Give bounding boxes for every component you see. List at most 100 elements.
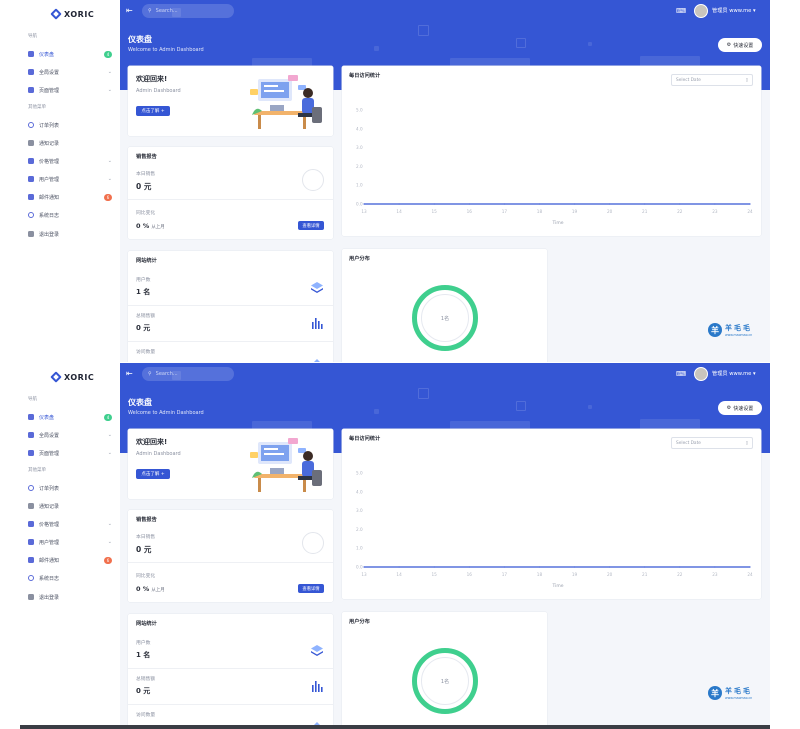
menu-group-nav: 导航 bbox=[28, 34, 37, 39]
menu-group-nav: 导航 bbox=[28, 397, 37, 402]
sidebar-item-10[interactable]: 退出登录 bbox=[28, 229, 112, 239]
sidebar-item-8[interactable]: 邮件通知 6 bbox=[28, 555, 112, 565]
x-tick-label: 13 bbox=[361, 209, 367, 214]
avatar[interactable] bbox=[694, 4, 708, 18]
sidebar-item-5[interactable]: 通知记录 bbox=[28, 138, 112, 148]
y-tick-label: 0.0 bbox=[356, 202, 363, 207]
quick-settings-button[interactable]: ⚙ 快速设置 bbox=[718, 38, 762, 52]
x-tick-label: 19 bbox=[572, 572, 578, 577]
settings-icon bbox=[28, 69, 34, 75]
calendar-icon: ▯ bbox=[745, 440, 748, 446]
chevron-down-icon: ⌄ bbox=[107, 176, 112, 182]
sidebar-item-9[interactable]: 系统日志 bbox=[28, 210, 112, 220]
logout-icon bbox=[28, 594, 34, 600]
x-tick-label: 21 bbox=[642, 572, 648, 577]
quick-settings-button[interactable]: ⚙ 快速设置 bbox=[718, 401, 762, 415]
daily-visits-card: 每日访问统计 Select Date ▯ 0.0 1.0 2.0 3.0 4.0 5.0 … bbox=[342, 66, 761, 236]
sidebar-item-5[interactable]: 通知记录 bbox=[28, 501, 112, 511]
y-tick-label: 4.0 bbox=[356, 489, 363, 494]
site-stats-card: 网站统计 用户数 1 名 总销售额 0 元 访问数量 bbox=[128, 251, 333, 362]
language-icon[interactable]: ⌨ bbox=[676, 7, 686, 15]
sidebar-item-10[interactable]: 退出登录 bbox=[28, 592, 112, 602]
x-tick-label: 20 bbox=[607, 572, 613, 577]
menu-toggle-icon[interactable]: ⇤ bbox=[126, 370, 135, 378]
data-point bbox=[679, 203, 681, 205]
visits-title: 每日访问统计 bbox=[349, 436, 381, 442]
count-badge: 6 bbox=[104, 556, 112, 564]
quick-settings-label: 快速设置 bbox=[733, 405, 754, 412]
today-sales-label: 本日销售 bbox=[136, 172, 156, 177]
sidebar-item-1[interactable]: 仪表盘 4 bbox=[28, 412, 112, 422]
y-tick-label: 2.0 bbox=[356, 164, 363, 169]
x-tick-label: 15 bbox=[432, 209, 438, 214]
user-chevron-icon: ▾ bbox=[753, 371, 756, 377]
dashboard-icon bbox=[28, 51, 34, 57]
brand-name: XORIC bbox=[64, 372, 95, 382]
sidebar-item-6[interactable]: 价格管理 ⌄ bbox=[28, 156, 112, 166]
avatar[interactable] bbox=[694, 367, 708, 381]
y-tick-label: 5.0 bbox=[356, 108, 363, 113]
date-picker[interactable]: Select Date ▯ bbox=[671, 74, 753, 86]
watermark: 羊 羊毛毛 www.maomao.cn bbox=[708, 686, 752, 700]
view-details-button[interactable]: 查看详情 bbox=[298, 584, 324, 593]
logo[interactable]: XORIC bbox=[50, 8, 94, 20]
x-tick-label: 16 bbox=[467, 572, 473, 577]
sidebar-item-label: 邮件通知 bbox=[39, 194, 60, 201]
orders-icon bbox=[28, 485, 34, 491]
data-point bbox=[363, 203, 365, 205]
stat-label: 总销售额 bbox=[136, 677, 156, 682]
x-axis-label: Time bbox=[551, 220, 563, 226]
sidebar-item-label: 全局设置 bbox=[39, 432, 60, 439]
today-sales-value: 0 元 bbox=[136, 545, 152, 554]
sales-title: 销售报告 bbox=[136, 517, 157, 523]
user-distribution-card: 用户分布 1名 bbox=[342, 249, 547, 362]
search-input[interactable] bbox=[155, 8, 226, 14]
top-bar: ⇤ ⚲ ⌨ 管理员 www.me ▾ bbox=[120, 0, 770, 22]
sidebar-item-9[interactable]: 系统日志 bbox=[28, 573, 112, 583]
menu-toggle-icon[interactable]: ⇤ bbox=[126, 7, 135, 15]
user-menu[interactable]: 管理员 www.me ▾ bbox=[712, 370, 756, 377]
sales-progress-ring bbox=[302, 532, 324, 554]
sidebar-item-7[interactable]: 用户管理 ⌄ bbox=[28, 174, 112, 184]
watermark-text: 羊毛毛 www.maomao.cn bbox=[725, 686, 752, 700]
view-details-button[interactable]: 查看详情 bbox=[298, 221, 324, 230]
y-tick-label: 3.0 bbox=[356, 508, 363, 513]
x-tick-label: 23 bbox=[712, 209, 718, 214]
stat-row-users: 用户数 1 名 bbox=[128, 270, 333, 306]
language-icon[interactable]: ⌨ bbox=[676, 370, 686, 378]
sidebar-item-2[interactable]: 全局设置 ⌄ bbox=[28, 67, 112, 77]
user-menu[interactable]: 管理员 www.me ▾ bbox=[712, 7, 756, 14]
sidebar-item-3[interactable]: 页面管理 ⌄ bbox=[28, 85, 112, 95]
price-icon bbox=[28, 521, 34, 527]
logo[interactable]: XORIC bbox=[50, 371, 95, 383]
sales-report-card: 销售报告 本日销售 0 元 同比变化 0 % 从上月 查看详情 bbox=[128, 510, 333, 602]
sales-progress-ring bbox=[302, 169, 324, 191]
sidebar-item-6[interactable]: 价格管理 ⌄ bbox=[28, 519, 112, 529]
sidebar-item-label: 仪表盘 bbox=[39, 51, 55, 58]
compare-note: 从上月 bbox=[151, 588, 165, 593]
search-input[interactable] bbox=[155, 371, 226, 377]
data-point bbox=[468, 203, 470, 205]
y-tick-label: 2.0 bbox=[356, 527, 363, 532]
distribution-center: 1名 bbox=[421, 294, 469, 342]
sidebar-item-2[interactable]: 全局设置 ⌄ bbox=[28, 430, 112, 440]
banner-decor-square bbox=[374, 46, 379, 51]
date-picker[interactable]: Select Date ▯ bbox=[671, 437, 753, 449]
sidebar-item-7[interactable]: 用户管理 ⌄ bbox=[28, 537, 112, 547]
sidebar-item-4[interactable]: 订单列表 bbox=[28, 483, 112, 493]
y-tick-label: 3.0 bbox=[356, 145, 363, 150]
sidebar-item-3[interactable]: 页面管理 ⌄ bbox=[28, 448, 112, 458]
sales-title: 销售报告 bbox=[136, 154, 157, 160]
sidebar-item-8[interactable]: 邮件通知 6 bbox=[28, 192, 112, 202]
sidebar-item-1[interactable]: 仪表盘 4 bbox=[28, 49, 112, 59]
search-box[interactable]: ⚲ bbox=[142, 367, 234, 381]
visits-line-chart: 0.0 1.0 2.0 3.0 4.0 5.0 13 14 15 16 17 18 19 20 21 22 2… bbox=[356, 471, 753, 590]
data-point bbox=[538, 203, 541, 205]
search-box[interactable]: ⚲ bbox=[142, 4, 234, 18]
sidebar-item-4[interactable]: 订单列表 bbox=[28, 120, 112, 130]
learn-more-button[interactable]: 点击了解 + bbox=[136, 106, 170, 116]
learn-more-button[interactable]: 点击了解 + bbox=[136, 469, 170, 479]
today-sales-value: 0 元 bbox=[136, 182, 152, 191]
compare-value-wrap: 0 % 从上月 bbox=[136, 222, 165, 230]
stat-value: 0 元 bbox=[136, 324, 151, 332]
